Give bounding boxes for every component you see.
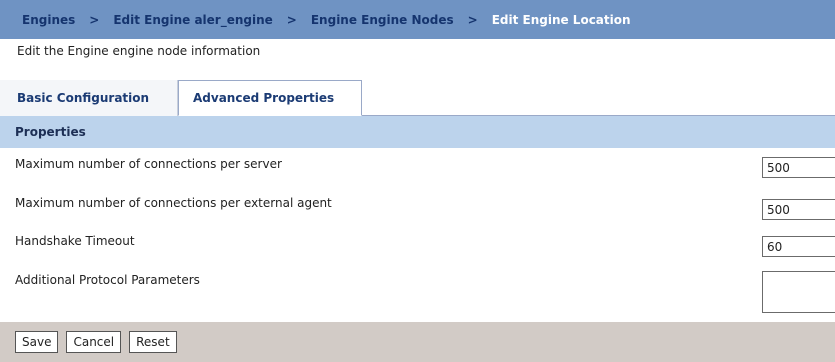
breadcrumb-edit-engine[interactable]: Edit Engine aler_engine [113, 13, 272, 27]
button-bar: Save Cancel Reset [0, 322, 835, 362]
breadcrumb-separator: > [286, 12, 297, 27]
tab-advanced-properties[interactable]: Advanced Properties [178, 80, 362, 116]
breadcrumb-current: Edit Engine Location [491, 12, 631, 27]
tab-bar: Basic Configuration Advanced Properties [0, 80, 835, 116]
additional-protocol-parameters-input[interactable] [762, 271, 835, 313]
max-connections-server-input[interactable] [762, 157, 835, 178]
breadcrumb-separator: > [89, 12, 100, 27]
tab-basic-configuration[interactable]: Basic Configuration [0, 80, 178, 116]
properties-header: Properties [0, 116, 835, 148]
page-description: Edit the Engine engine node information [17, 44, 261, 58]
save-button[interactable]: Save [15, 331, 59, 353]
max-connections-server-label: Maximum number of connections per server [15, 157, 282, 171]
breadcrumb-engines[interactable]: Engines [22, 13, 75, 27]
max-connections-agent-input[interactable] [762, 199, 835, 220]
max-connections-agent-label: Maximum number of connections per extern… [15, 196, 332, 210]
handshake-timeout-label: Handshake Timeout [15, 234, 135, 248]
breadcrumb: Engines > Edit Engine aler_engine > Engi… [0, 0, 835, 39]
breadcrumb-separator: > [467, 12, 478, 27]
breadcrumb-engine-nodes[interactable]: Engine Engine Nodes [311, 13, 454, 27]
cancel-button[interactable]: Cancel [66, 331, 122, 353]
reset-button[interactable]: Reset [129, 331, 177, 353]
additional-protocol-parameters-label: Additional Protocol Parameters [15, 273, 200, 287]
handshake-timeout-input[interactable] [762, 236, 835, 257]
